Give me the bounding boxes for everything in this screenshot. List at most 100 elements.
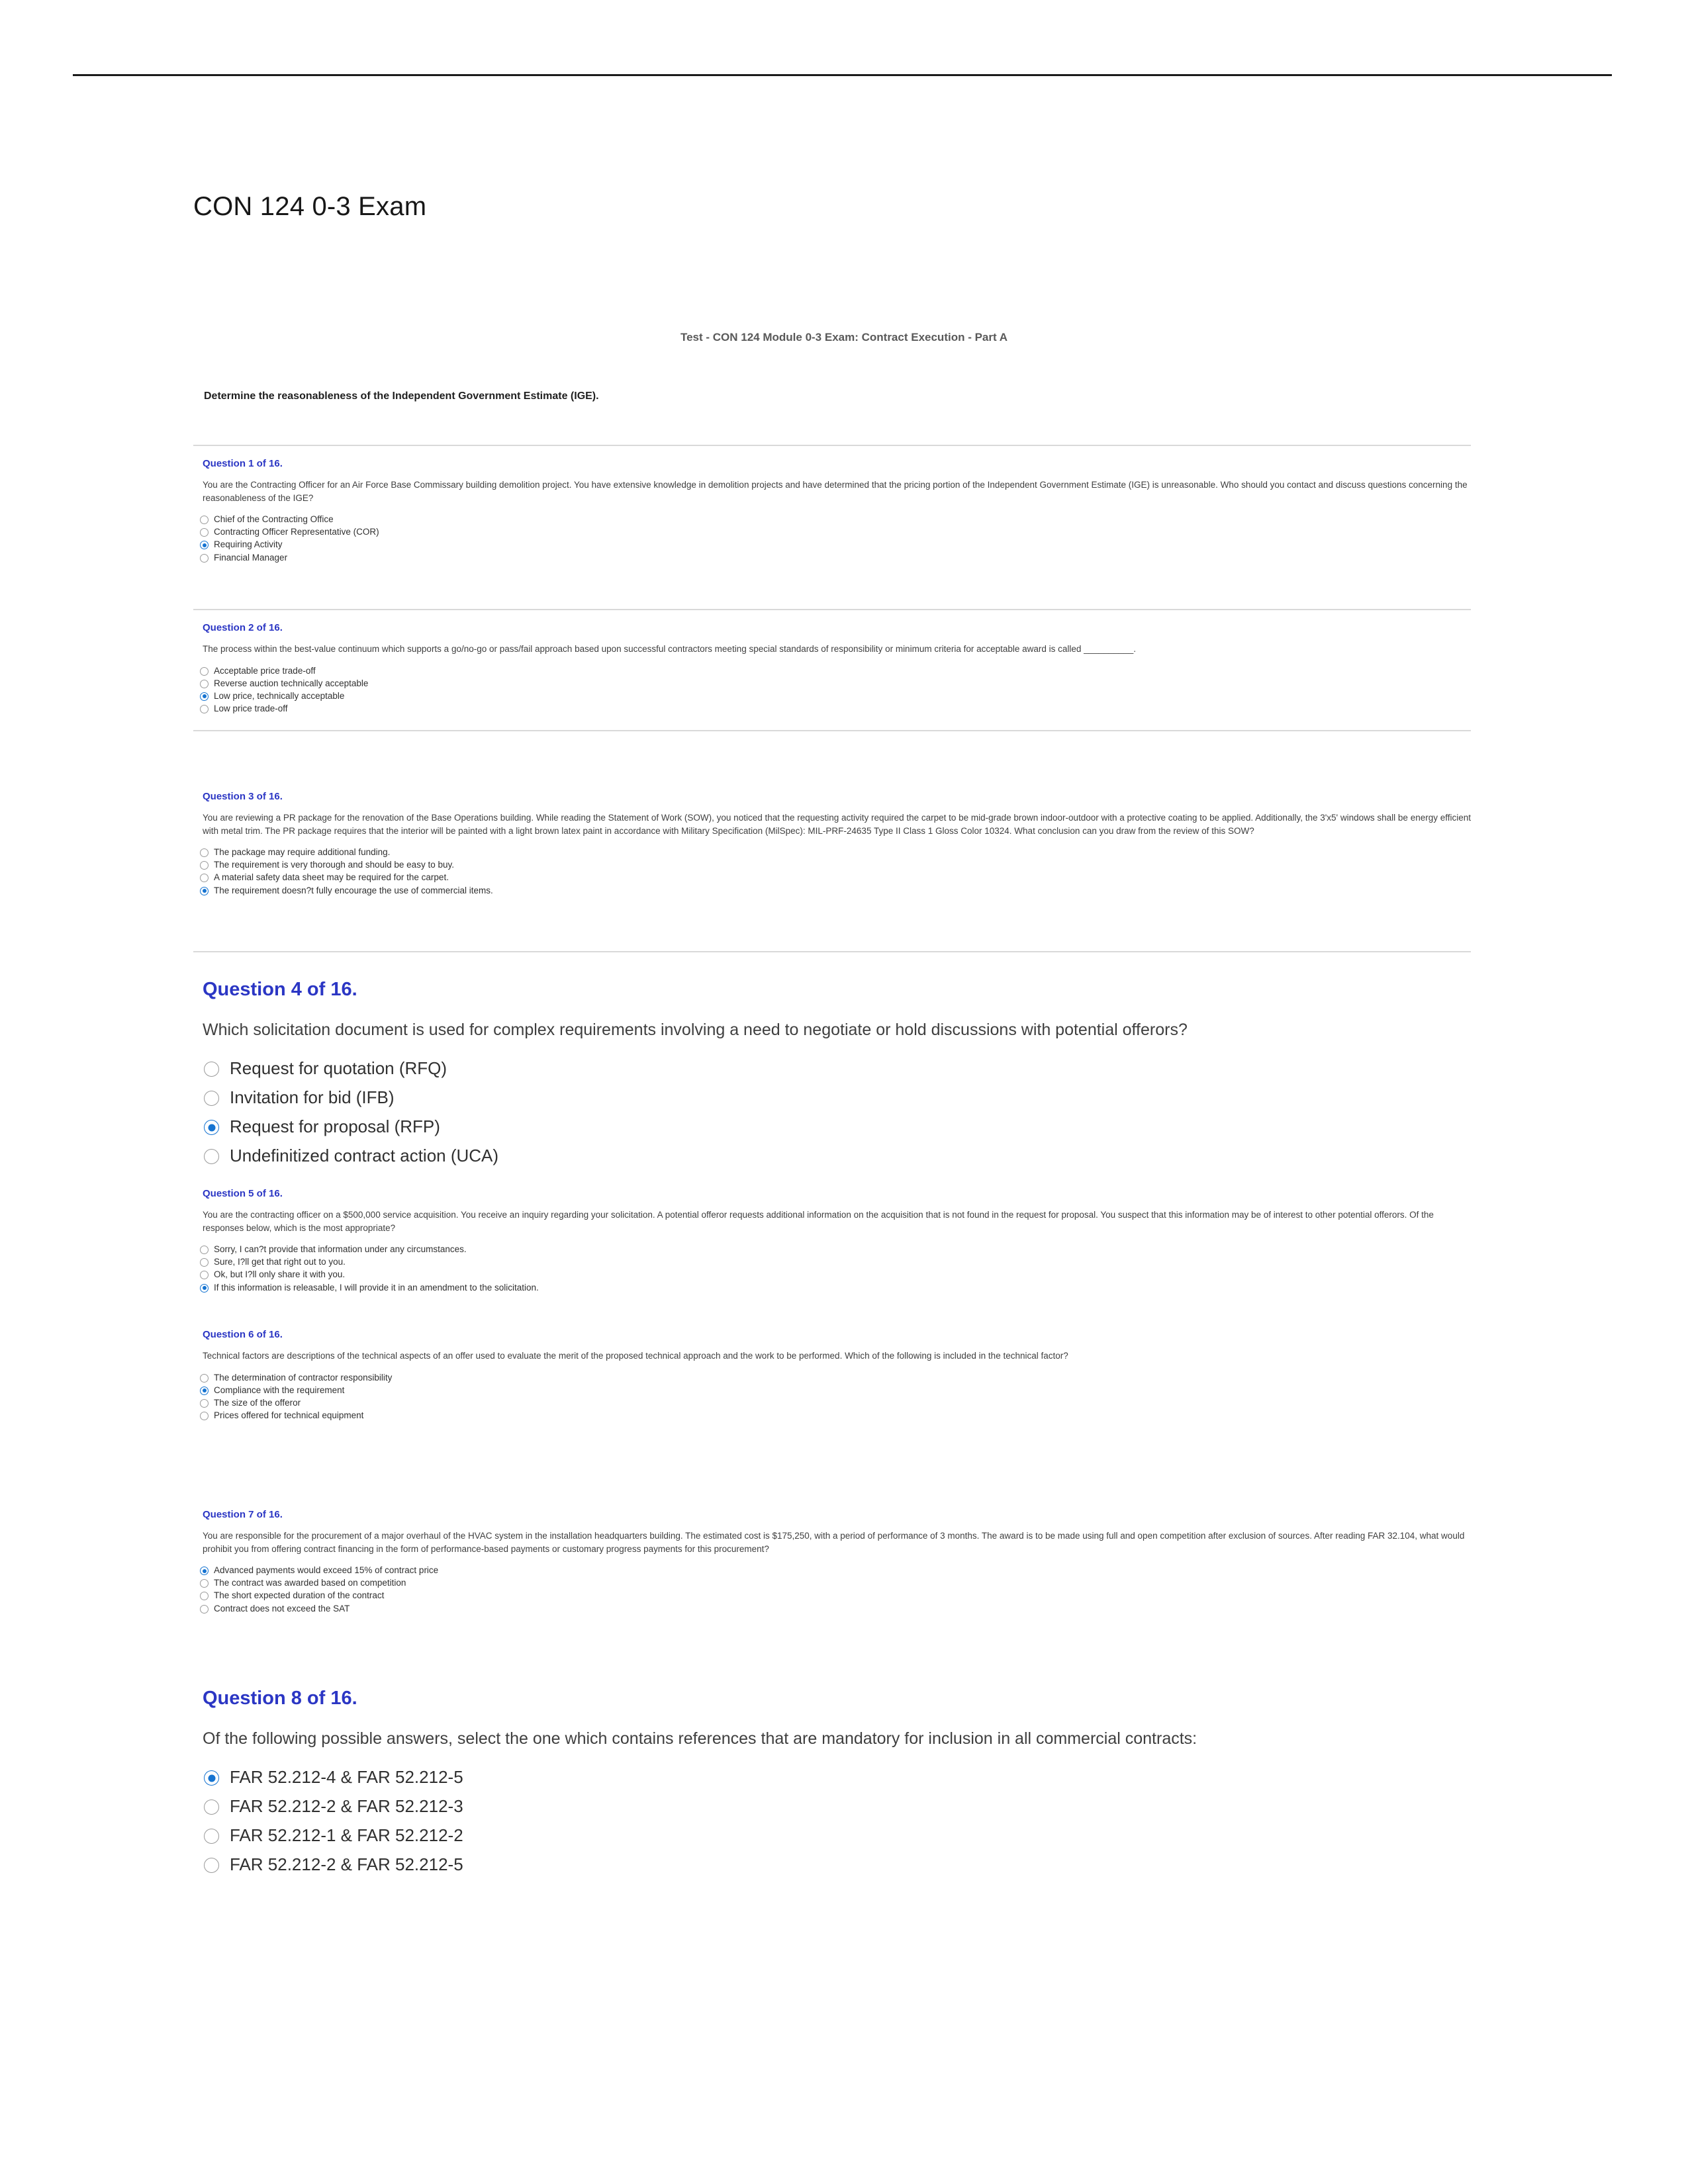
answer-option[interactable]: Financial Manager <box>200 553 1471 563</box>
answer-option-label: Financial Manager <box>214 552 288 563</box>
question-label: Question 5 of 16. <box>203 1188 283 1199</box>
answer-options: Request for quotation (RFQ) Invitation f… <box>200 1058 1471 1166</box>
answer-option-label: Chief of the Contracting Office <box>214 514 334 525</box>
radio-button-icon[interactable] <box>204 1062 219 1077</box>
question-text: Which solicitation document is used for … <box>203 1021 1188 1039</box>
answer-option[interactable]: Contract does not exceed the SAT <box>200 1604 1471 1614</box>
radio-button-selected-icon[interactable] <box>204 1120 219 1136</box>
answer-option[interactable]: Compliance with the requirement <box>200 1385 1471 1395</box>
answer-option[interactable]: Sure, I?ll get that right out to you. <box>200 1257 1471 1267</box>
radio-button-icon[interactable] <box>200 1398 209 1408</box>
answer-option[interactable]: Ok, but I?ll only share it with you. <box>200 1270 1471 1280</box>
radio-button-icon[interactable] <box>204 1857 219 1873</box>
answer-option[interactable]: A material safety data sheet may be requ… <box>200 873 1471 883</box>
answer-option[interactable]: Prices offered for technical equipment <box>200 1410 1471 1421</box>
question-block-6: Question 6 of 16. Technical factors are … <box>193 1329 1471 1424</box>
answer-option-label: FAR 52.212-2 & FAR 52.212-3 <box>230 1796 463 1817</box>
answer-option-label: If this information is releasable, I wil… <box>214 1282 539 1293</box>
radio-button-icon[interactable] <box>204 1148 219 1164</box>
radio-button-selected-icon[interactable] <box>200 1567 209 1576</box>
answer-option[interactable]: The short expected duration of the contr… <box>200 1590 1471 1601</box>
answer-option-label: Reverse auction technically acceptable <box>214 678 369 688</box>
radio-button-icon[interactable] <box>200 1246 209 1255</box>
answer-option[interactable]: Low price trade-off <box>200 704 1471 714</box>
radio-button-icon[interactable] <box>200 1604 209 1614</box>
answer-option[interactable]: Advanced payments would exceed 15% of co… <box>200 1565 1471 1576</box>
question-divider <box>193 951 1471 952</box>
question-text: You are responsible for the procurement … <box>203 1531 1465 1554</box>
question-divider <box>193 445 1471 446</box>
radio-button-icon[interactable] <box>200 1579 209 1588</box>
answer-option-label: Undefinitized contract action (UCA) <box>230 1145 499 1165</box>
radio-button-selected-icon[interactable] <box>204 1770 219 1786</box>
radio-button-icon[interactable] <box>200 1412 209 1421</box>
radio-button-selected-icon[interactable] <box>200 541 209 550</box>
answer-options: Advanced payments would exceed 15% of co… <box>200 1565 1471 1614</box>
answer-option[interactable]: The requirement is very thorough and sho… <box>200 860 1471 870</box>
answer-option-label: Low price trade-off <box>214 704 288 714</box>
question-block-8: Question 8 of 16. Of the following possi… <box>193 1648 1471 1884</box>
answer-option[interactable]: Requiring Activity <box>200 539 1471 550</box>
answer-option[interactable]: FAR 52.212-4 & FAR 52.212-5 <box>200 1767 1471 1788</box>
answer-option[interactable]: FAR 52.212-1 & FAR 52.212-2 <box>200 1825 1471 1846</box>
answer-option-label: Contracting Officer Representative (COR) <box>214 527 379 537</box>
question-text: You are the Contracting Officer for an A… <box>203 480 1468 503</box>
answer-option-label: Invitation for bid (IFB) <box>230 1087 395 1108</box>
radio-button-icon[interactable] <box>200 1271 209 1280</box>
answer-option[interactable]: The contract was awarded based on compet… <box>200 1578 1471 1588</box>
radio-button-icon[interactable] <box>204 1091 219 1107</box>
answer-option[interactable]: The determination of contractor responsi… <box>200 1373 1471 1383</box>
question-block-5: Question 5 of 16. You are the contractin… <box>193 1188 1471 1296</box>
radio-button-selected-icon[interactable] <box>200 1283 209 1293</box>
answer-option[interactable]: Low price, technically acceptable <box>200 691 1471 701</box>
answer-option[interactable]: Request for quotation (RFQ) <box>200 1058 1471 1079</box>
answer-option[interactable]: Contracting Officer Representative (COR) <box>200 527 1471 537</box>
answer-option-label: Sure, I?ll get that right out to you. <box>214 1257 346 1267</box>
radio-button-icon[interactable] <box>200 1258 209 1267</box>
answer-option-label: Acceptable price trade-off <box>214 665 316 676</box>
question-block-1: Question 1 of 16. You are the Contractin… <box>193 445 1471 566</box>
radio-button-icon[interactable] <box>200 848 209 858</box>
radio-button-selected-icon[interactable] <box>200 692 209 701</box>
radio-button-icon[interactable] <box>200 516 209 525</box>
answer-option[interactable]: If this information is releasable, I wil… <box>200 1283 1471 1293</box>
answer-option[interactable]: Invitation for bid (IFB) <box>200 1087 1471 1108</box>
radio-button-icon[interactable] <box>200 679 209 688</box>
radio-button-icon[interactable] <box>200 666 209 676</box>
answer-option[interactable]: Request for proposal (RFP) <box>200 1116 1471 1137</box>
question-block-2: Question 2 of 16. The process within the… <box>193 609 1471 717</box>
answer-option-label: Contract does not exceed the SAT <box>214 1603 350 1614</box>
radio-button-icon[interactable] <box>200 874 209 883</box>
question-text: Technical factors are descriptions of th… <box>203 1351 1068 1361</box>
answer-option-label: Request for quotation (RFQ) <box>230 1058 447 1079</box>
answer-option-label: The requirement is very thorough and sho… <box>214 860 454 870</box>
answer-option[interactable]: Sorry, I can?t provide that information … <box>200 1244 1471 1255</box>
answer-option[interactable]: The requirement doesn?t fully encourage … <box>200 886 1471 895</box>
radio-button-icon[interactable] <box>200 1592 209 1601</box>
radio-button-selected-icon[interactable] <box>200 1386 209 1395</box>
answer-option-label: FAR 52.212-4 & FAR 52.212-5 <box>230 1767 463 1788</box>
answer-option[interactable]: Chief of the Contracting Office <box>200 514 1471 525</box>
question-label: Question 6 of 16. <box>203 1329 283 1340</box>
answer-option-label: The contract was awarded based on compet… <box>214 1578 406 1588</box>
answer-option[interactable]: Reverse auction technically acceptable <box>200 678 1471 688</box>
answer-option-label: Requiring Activity <box>214 539 283 550</box>
radio-button-selected-icon[interactable] <box>200 886 209 895</box>
radio-button-icon[interactable] <box>204 1799 219 1815</box>
answer-option-label: The short expected duration of the contr… <box>214 1590 385 1601</box>
answer-option[interactable]: FAR 52.212-2 & FAR 52.212-3 <box>200 1796 1471 1817</box>
answer-option-label: The package may require additional fundi… <box>214 847 391 858</box>
answer-option[interactable]: The size of the offeror <box>200 1398 1471 1408</box>
answer-option[interactable]: Acceptable price trade-off <box>200 666 1471 676</box>
question-label: Question 8 of 16. <box>203 1688 357 1709</box>
answer-option[interactable]: Undefinitized contract action (UCA) <box>200 1146 1471 1166</box>
answer-option[interactable]: FAR 52.212-2 & FAR 52.212-5 <box>200 1854 1471 1875</box>
radio-button-icon[interactable] <box>200 861 209 870</box>
answer-options: The determination of contractor responsi… <box>200 1373 1471 1421</box>
radio-button-icon[interactable] <box>200 528 209 537</box>
radio-button-icon[interactable] <box>200 705 209 714</box>
radio-button-icon[interactable] <box>204 1829 219 1844</box>
radio-button-icon[interactable] <box>200 553 209 563</box>
answer-option[interactable]: The package may require additional fundi… <box>200 847 1471 858</box>
radio-button-icon[interactable] <box>200 1373 209 1383</box>
